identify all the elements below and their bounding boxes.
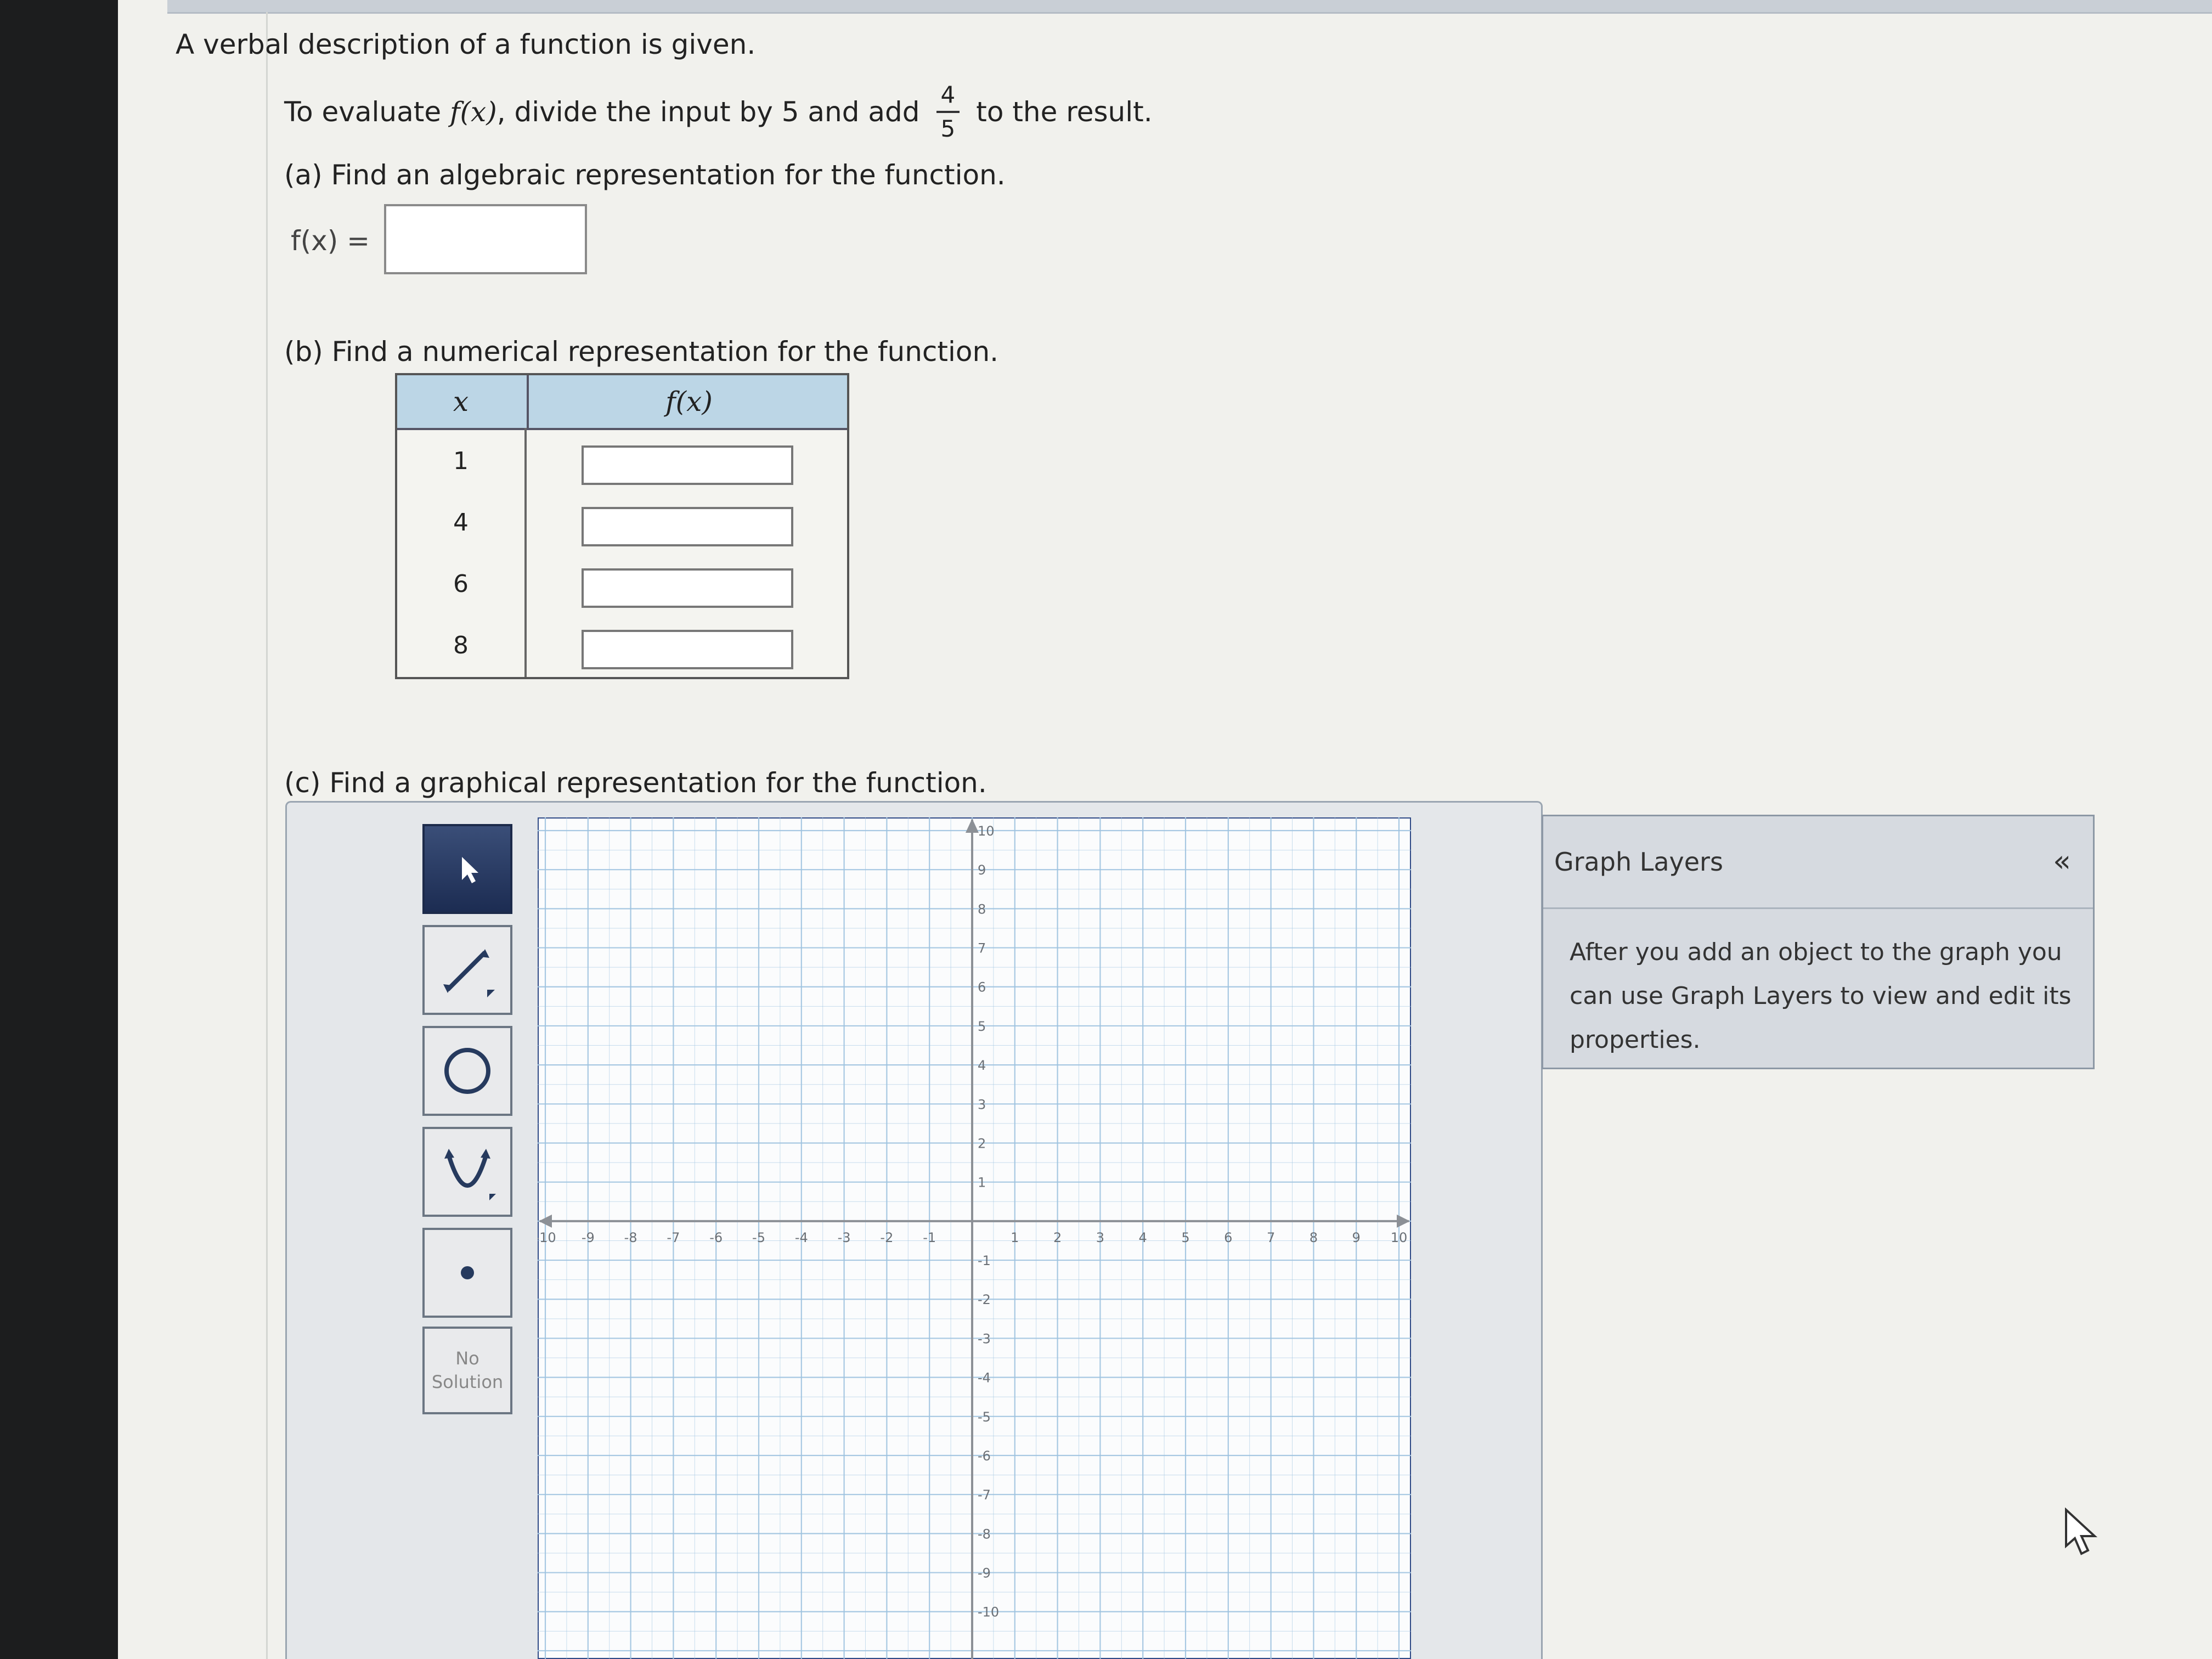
graph-layers-description: After you add an object to the graph you… xyxy=(1570,938,2072,1054)
x-tick-label: -7 xyxy=(667,1230,680,1245)
fraction-numerator: 4 xyxy=(936,83,960,113)
x-tick-label: 1 xyxy=(1011,1230,1019,1245)
y-tick-label: 1 xyxy=(978,1175,986,1190)
row-x-value: 6 xyxy=(453,569,469,598)
numerical-table: x f(x) 1 4 6 8 xyxy=(395,373,849,679)
y-tick-label: -4 xyxy=(978,1370,991,1386)
x-tick-label: 2 xyxy=(1053,1230,1062,1245)
description-suffix: to the result. xyxy=(976,96,1153,128)
x-tick-label: -2 xyxy=(880,1230,893,1245)
x-tick-label: -9 xyxy=(582,1230,595,1245)
collapse-icon[interactable]: « xyxy=(2053,844,2071,878)
circle-icon xyxy=(444,1048,490,1094)
algebraic-answer-input[interactable] xyxy=(384,204,587,274)
x-tick-label: -4 xyxy=(795,1230,808,1245)
fraction: 4 5 xyxy=(936,83,960,140)
x-tick-label: -8 xyxy=(624,1230,637,1245)
x-tick-label: -10 xyxy=(538,1230,556,1245)
x-tick-label: 9 xyxy=(1352,1230,1361,1245)
x-tick-label: 5 xyxy=(1181,1230,1189,1245)
table-row: 8 xyxy=(397,614,847,676)
x-tick-label: -6 xyxy=(709,1230,723,1245)
y-tick-label: 4 xyxy=(978,1058,986,1073)
row-x-value: 8 xyxy=(453,631,469,659)
no-solution-label-1: No xyxy=(455,1347,479,1369)
y-tick-label: -10 xyxy=(978,1605,999,1620)
part-b-prompt: (b) Find a numerical representation for … xyxy=(284,336,999,368)
y-tick-label: 2 xyxy=(978,1136,986,1151)
line-tool-button[interactable] xyxy=(422,925,512,1015)
fx-input-row-4[interactable] xyxy=(582,630,793,669)
point-icon xyxy=(461,1266,474,1279)
circle-tool-button[interactable] xyxy=(422,1026,512,1116)
description-prefix: To evaluate xyxy=(284,96,450,128)
x-tick-label: 6 xyxy=(1224,1230,1232,1245)
description-mid: , divide the input by 5 and add xyxy=(496,96,920,128)
y-tick-label: 3 xyxy=(978,1097,986,1112)
fx-input-row-1[interactable] xyxy=(582,445,793,485)
y-tick-label: -6 xyxy=(978,1448,991,1464)
y-tick-label: 7 xyxy=(978,941,986,956)
y-tick-label: -3 xyxy=(978,1331,991,1346)
graph-layers-title: Graph Layers xyxy=(1554,847,1723,877)
column-header-x: x xyxy=(453,386,469,417)
question-title: A verbal description of a function is gi… xyxy=(176,29,756,60)
x-tick-label: 4 xyxy=(1139,1230,1147,1245)
part-c-prompt: (c) Find a graphical representation for … xyxy=(284,767,987,799)
pointer-tool-button[interactable] xyxy=(422,824,512,914)
point-tool-button[interactable] xyxy=(422,1228,512,1318)
x-tick-label: -1 xyxy=(923,1230,936,1245)
mouse-cursor-icon xyxy=(2065,1508,2098,1555)
graph-layers-panel: Graph Layers « After you add an object t… xyxy=(1542,815,2095,1069)
fraction-denominator: 5 xyxy=(940,115,956,142)
x-tick-label: 8 xyxy=(1310,1230,1318,1245)
graph-layers-header: Graph Layers « xyxy=(1543,816,2093,909)
x-tick-label: -3 xyxy=(838,1230,851,1245)
y-tick-label: 8 xyxy=(978,901,986,917)
x-tick-label: 3 xyxy=(1096,1230,1104,1245)
no-solution-label-2: Solution xyxy=(431,1372,504,1392)
row-x-value: 4 xyxy=(453,508,469,537)
y-tick-label: 9 xyxy=(978,862,986,878)
fx-input-row-2[interactable] xyxy=(582,507,793,546)
line-icon xyxy=(443,949,495,997)
coordinate-grid[interactable]: -10 -9 -8 -7 -6 -5 -4 -3 -2 -1 1 2 3 4 5 6 7 8 9 10 10 9 8 7 6 5 4… xyxy=(538,817,1411,1659)
y-tick-label: -7 xyxy=(978,1487,991,1503)
no-solution-button[interactable]: No Solution xyxy=(422,1327,512,1414)
top-bar xyxy=(167,0,2212,14)
function-notation: f(x) xyxy=(450,96,497,128)
y-tick-label: -5 xyxy=(978,1409,991,1425)
x-tick-label: -5 xyxy=(752,1230,765,1245)
y-tick-label: -9 xyxy=(978,1566,991,1581)
y-tick-label: 10 xyxy=(978,823,995,839)
y-tick-label: 6 xyxy=(978,980,986,995)
table-row: 6 xyxy=(397,553,847,614)
function-description: To evaluate f(x) , divide the input by 5… xyxy=(284,83,1153,140)
y-tick-label: 5 xyxy=(978,1019,986,1034)
monitor-bezel xyxy=(0,0,118,1659)
parabola-tool-button[interactable] xyxy=(422,1127,512,1217)
row-x-value: 1 xyxy=(453,447,469,475)
y-tick-label: -1 xyxy=(978,1253,991,1268)
table-row: 4 xyxy=(397,492,847,553)
x-tick-label: 10 xyxy=(1391,1230,1408,1245)
content-border xyxy=(266,12,268,1659)
y-tick-label: -2 xyxy=(978,1292,991,1307)
parabola-icon xyxy=(444,1149,496,1200)
table-row: 1 xyxy=(397,430,847,492)
column-header-fx: f(x) xyxy=(527,375,849,428)
y-tick-label: -8 xyxy=(978,1526,991,1542)
x-tick-label: 7 xyxy=(1267,1230,1275,1245)
table-header: x f(x) xyxy=(397,375,847,430)
part-a-label: f(x) = xyxy=(291,225,370,257)
fx-input-row-3[interactable] xyxy=(582,568,793,608)
pointer-icon xyxy=(462,857,478,883)
part-a-prompt: (a) Find an algebraic representation for… xyxy=(284,159,1006,191)
